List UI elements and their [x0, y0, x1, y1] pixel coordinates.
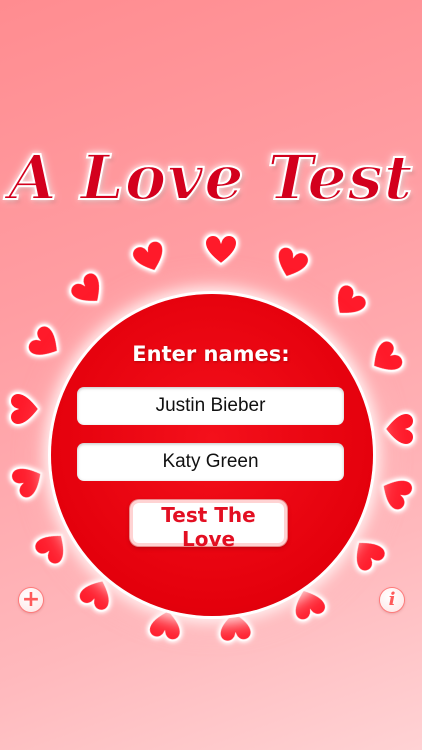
heart-icon [372, 469, 418, 515]
name-two-field[interactable] [77, 443, 344, 481]
heart-icon [128, 236, 172, 280]
heart-icon [382, 411, 416, 447]
heart-icon [65, 267, 113, 315]
heart-icon [6, 457, 52, 503]
enter-names-label: Enter names: [132, 342, 290, 366]
heart-icon [324, 279, 372, 327]
app-title: A Love Test [8, 140, 414, 215]
heart-icon [203, 233, 239, 267]
test-the-love-button[interactable]: Test The Love [130, 500, 287, 551]
name-one-field[interactable] [77, 387, 344, 425]
info-icon[interactable]: i [380, 588, 404, 612]
plus-icon[interactable]: + [19, 588, 43, 612]
heart-icon [8, 391, 42, 427]
heart-icon [269, 242, 313, 286]
